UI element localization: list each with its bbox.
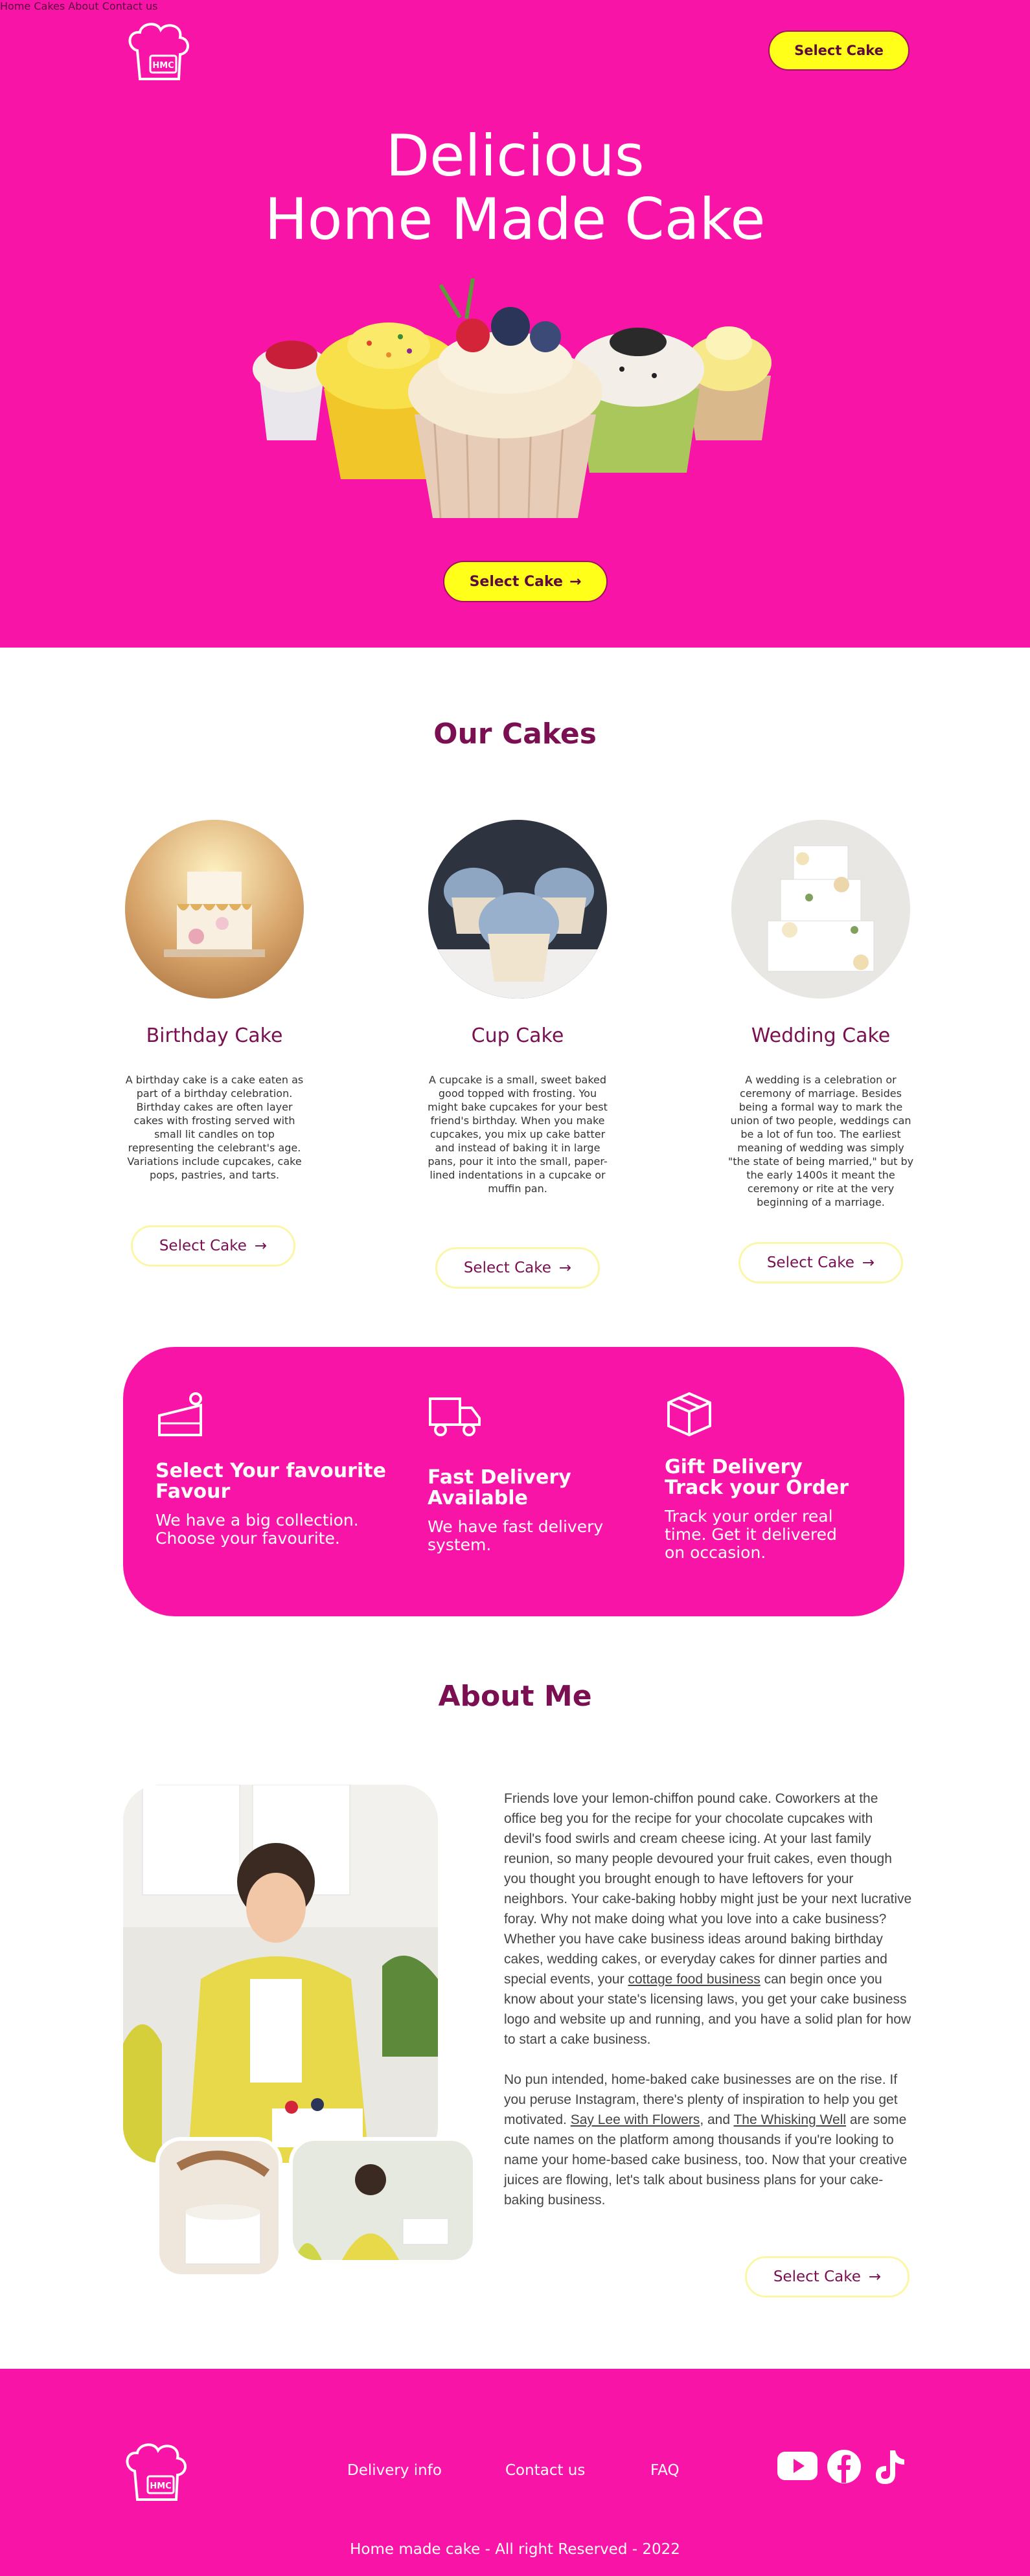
feature-title: Fast Delivery Available [428,1466,571,1509]
birthday-select-cake-button[interactable]: Select Cake → [131,1225,295,1267]
cup-cake-image [428,820,607,999]
facebook-icon[interactable] [827,2449,862,2487]
footer-logo-icon[interactable]: HMC [120,2440,192,2505]
arrow-right-icon: → [558,1260,572,1276]
tiktok-icon[interactable] [872,2449,906,2488]
hero-title: Delicious Home Made Cake [0,124,1030,251]
delivery-truck-icon [429,1397,481,1436]
arrow-right-icon: → [254,1237,268,1254]
cupcake-select-cake-button[interactable]: Select Cake → [435,1247,600,1289]
main-nav: Home Cakes About Contact us [0,0,1030,12]
cta-label: Select Cake [463,1260,551,1276]
cake-description: A cupcake is a small, sweet baked good t… [428,1074,608,1195]
arrow-right-icon: → [569,573,582,590]
nav-about[interactable]: About [68,0,98,12]
youtube-icon[interactable] [776,2449,819,2485]
feature-title: Select Your favourite Favour [155,1460,386,1503]
about-paragraph-2: No pun intended, home-baked cake busines… [504,2072,908,2208]
footer-delivery-info-link[interactable]: Delivery info [347,2462,442,2479]
footer-faq-link[interactable]: FAQ [650,2462,680,2479]
header-select-cake-button[interactable]: Select Cake [768,30,910,71]
hero-cta-label: Select Cake [469,573,563,590]
hero-title-line1: Delicious [385,122,645,189]
say-lee-link[interactable]: Say Lee with Flowers [571,2112,700,2127]
features-panel: Select Your favourite Favour We have a b… [123,1347,904,1616]
hero-section: HMC Home Cakes About Contact us Select C… [0,0,1030,648]
our-cakes-title: Our Cakes [433,717,597,751]
wedding-cake-image [731,820,910,999]
cake-card-birthday: Birthday Cake A birthday cake is a cake … [108,820,321,1182]
box-icon [667,1392,711,1437]
cupcakes-image [246,278,784,525]
feature-delivery: Fast Delivery Available We have fast del… [428,1390,628,1554]
about-text: Friends love your lemon-chiffon pound ca… [504,1789,912,2210]
nav-home[interactable]: Home [0,0,30,12]
arrow-right-icon: → [868,2268,882,2285]
cupcake-1 [253,341,330,440]
wedding-select-cake-button[interactable]: Select Cake → [738,1242,903,1283]
feature-text: We have a big collection. Choose your fa… [155,1511,359,1548]
cake-card-wedding: Wedding Cake A wedding is a celebration … [714,820,928,1209]
feature-text: We have fast delivery system. [428,1517,604,1554]
nav-contact[interactable]: Contact us [102,0,158,12]
cake-description: A birthday cake is a cake eaten as part … [125,1074,304,1181]
arrow-right-icon: → [862,1254,875,1271]
footer: HMC Delivery info Contact us FAQ Home ma… [0,2369,1030,2576]
cta-label: Select Cake [159,1237,247,1254]
cake-card-cup: Cup Cake A cupcake is a small, sweet bak… [411,820,624,1195]
logo-icon[interactable]: HMC [123,19,194,84]
feature-title: Gift Delivery Track your Order [665,1456,849,1499]
feature-text: Track your order real time. Get it deliv… [665,1507,837,1562]
nav-cakes[interactable]: Cakes [34,0,65,12]
footer-contact-link[interactable]: Contact us [505,2462,585,2479]
hero-select-cake-button[interactable]: Select Cake → [443,561,608,602]
copyright-text: Home made cake - All right Reserved - 20… [350,2541,680,2558]
cake-slice-icon [158,1392,202,1436]
whisking-well-link[interactable]: The Whisking Well [733,2112,846,2127]
feature-favourite: Select Your favourite Favour We have a b… [155,1390,389,1548]
cake-name: Birthday Cake [146,1024,283,1047]
about-main-photo [123,1785,438,2163]
cake-name: Cup Cake [471,1024,564,1047]
about-small-photo-2 [289,2137,477,2264]
cupcake-3 [408,278,602,519]
header-cta-label: Select Cake [794,43,884,58]
about-title: About Me [438,1680,592,1713]
cta-label: Select Cake [766,1254,854,1271]
about-small-photo-1 [155,2137,282,2278]
cottage-food-link[interactable]: cottage food business [628,1972,760,1987]
cake-description: A wedding is a celebration or ceremony o… [727,1074,914,1208]
birthday-cake-image [125,820,304,999]
hero-title-line2: Home Made Cake [264,186,766,253]
feature-gift: Gift Delivery Track your Order Track you… [665,1390,859,1562]
footer-logo-text: HMC [150,2481,171,2491]
cta-label: Select Cake [773,2268,861,2285]
about-paragraph-1: Friends love your lemon-chiffon pound ca… [504,1791,912,2047]
logo-text: HMC [152,61,174,71]
about-select-cake-button[interactable]: Select Cake → [745,2256,910,2298]
cake-name: Wedding Cake [751,1024,891,1047]
